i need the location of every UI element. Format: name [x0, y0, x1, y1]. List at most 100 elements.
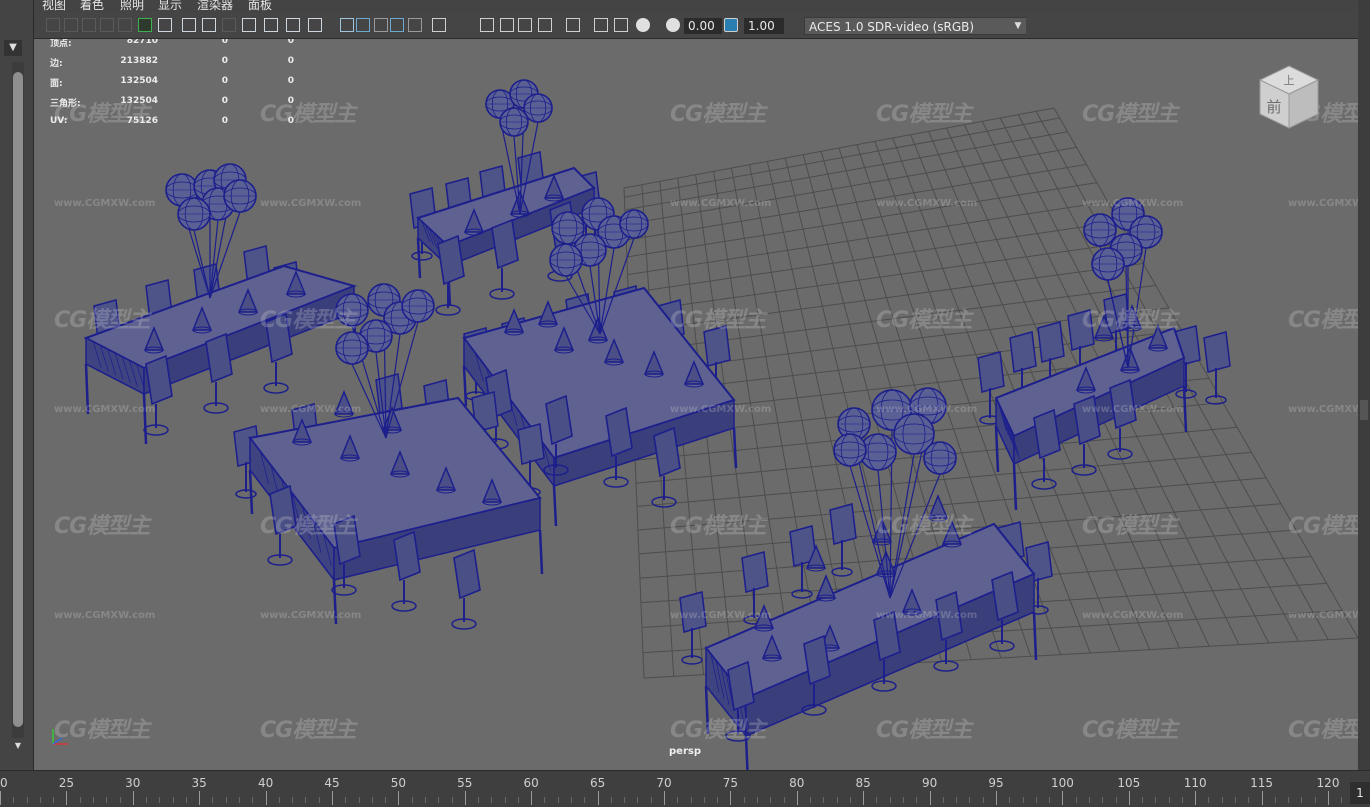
select-camera-icon[interactable] [46, 18, 60, 32]
menu-item[interactable]: 面板 [248, 0, 272, 12]
isolate-select-icon[interactable] [538, 18, 552, 32]
gamma-field[interactable]: 1.00 [744, 18, 784, 34]
timeline-tick-label: 30 [125, 776, 141, 790]
camera-attributes-icon[interactable] [64, 18, 78, 32]
timeline-minor-tick [624, 797, 626, 803]
timeline-tick-label: 40 [257, 776, 274, 790]
timeline-minor-tick [783, 797, 785, 803]
grid-line [623, 107, 1055, 189]
timeline-minor-tick [584, 797, 586, 803]
timeline-minor-tick [1142, 797, 1144, 803]
timeline-minor-tick [504, 797, 506, 803]
textured-icon[interactable] [390, 18, 404, 32]
colorspace-dropdown[interactable]: ACES 1.0 SDR-video (sRGB) [804, 17, 1026, 35]
timeline-major-tick [531, 791, 533, 805]
timeline-tick-label: 85 [855, 776, 871, 790]
timeline-minor-tick [557, 797, 559, 803]
timeline-minor-tick [92, 797, 94, 803]
timeline-minor-tick [438, 797, 440, 803]
film-gate-icon[interactable] [182, 18, 196, 32]
field-chart-icon[interactable] [242, 18, 256, 32]
timeline-minor-tick [717, 797, 719, 803]
perspective-viewport[interactable]: CG模型主CG模型主CG模型主CG模型主CG模型主CG模型主CG模型主CG模型主… [34, 38, 1358, 770]
timeline-minor-tick [292, 797, 294, 803]
timeline-minor-tick [451, 797, 453, 803]
timeline-tick-label: 80 [789, 776, 805, 790]
menu-item[interactable]: 显示 [158, 0, 182, 12]
resolution-gate-icon[interactable] [202, 18, 216, 32]
timeline-tick-label: 115 [1250, 776, 1274, 790]
right-scroll-handle[interactable] [1360, 400, 1368, 420]
screen-space-ao-icon[interactable] [480, 18, 494, 32]
wireframe-icon[interactable] [308, 18, 322, 32]
left-scrollbar-thumb[interactable] [13, 72, 23, 727]
timeline-minor-tick [770, 797, 772, 803]
timeline-minor-tick [1274, 797, 1276, 803]
timeline-minor-tick [690, 797, 692, 803]
timeline-major-tick [664, 791, 665, 805]
timeline-major-tick [730, 791, 732, 805]
timeline-major-tick [1128, 791, 1130, 805]
panel-collapse-icon[interactable]: ▼ [4, 40, 22, 56]
grid-line [624, 117, 1060, 198]
smooth-shade-icon[interactable] [340, 18, 354, 32]
hud-row: 边: 213882 0 0 [46, 56, 306, 76]
2d-pan-zoom-icon[interactable] [118, 18, 132, 32]
timeline-tick-label: 45 [324, 776, 340, 790]
hud-stat-value: 0 [221, 76, 228, 86]
safe-title-icon[interactable] [286, 18, 300, 32]
timeline-minor-tick [1035, 797, 1037, 803]
scroll-down-icon[interactable]: ▼ [13, 740, 23, 752]
safe-action-icon[interactable] [264, 18, 278, 32]
gate-mask-icon[interactable] [222, 18, 236, 32]
timeline-minor-tick [916, 797, 918, 803]
bookmark-icon[interactable] [82, 18, 96, 32]
timeline-minor-tick [239, 797, 241, 803]
scene-canvas[interactable] [34, 38, 1358, 770]
motion-blur-icon[interactable] [500, 18, 514, 32]
timeline-tick-label: 20 [0, 776, 8, 790]
timeline-tick-label: 105 [1117, 776, 1141, 790]
timeline-minor-tick [1181, 797, 1183, 803]
gamma-icon[interactable] [666, 18, 680, 32]
xray-joints-icon[interactable] [594, 18, 608, 32]
exposure-field[interactable]: 0.00 [684, 18, 722, 34]
timeline-minor-tick [278, 797, 280, 803]
anti-aliasing-icon[interactable] [518, 18, 532, 32]
grease-pencil-icon[interactable] [138, 18, 152, 32]
timeline-minor-tick [1088, 797, 1090, 803]
default-material-icon[interactable] [356, 18, 370, 32]
timeline-minor-tick [903, 797, 905, 803]
wireframe-on-shaded-icon[interactable] [374, 18, 388, 32]
panel-toolbar: 0.00 1.00 ACES 1.0 SDR-video (sRGB) ▼ [34, 12, 1358, 39]
menu-item[interactable]: 视图 [42, 0, 66, 12]
chair-back [741, 551, 769, 593]
chair-back [1037, 321, 1065, 363]
time-slider[interactable]: 2025303540455055606570758085909510010511… [0, 770, 1370, 807]
dropdown-arrow-icon[interactable]: ▼ [1010, 18, 1026, 34]
viewcube[interactable]: 上 前 [1254, 62, 1324, 134]
menu-item[interactable]: 照明 [120, 0, 144, 12]
timeline-minor-tick [1049, 797, 1051, 803]
timeline-minor-tick [823, 797, 825, 803]
timeline-minor-tick [212, 797, 214, 803]
current-frame-field[interactable]: 1 [1350, 782, 1370, 804]
shadows-icon[interactable] [432, 18, 446, 32]
timeline-minor-tick [836, 797, 838, 803]
grid-icon[interactable] [158, 18, 172, 32]
color-management-icon[interactable] [724, 18, 738, 32]
menu-item[interactable]: 着色 [80, 0, 104, 12]
timeline-minor-tick [982, 797, 984, 803]
chair-back [1067, 309, 1095, 351]
exposure-icon[interactable] [636, 18, 650, 32]
balloon [923, 441, 957, 475]
menu-item[interactable]: 渲染器 [197, 0, 233, 12]
xray-active-icon[interactable] [614, 18, 628, 32]
balloon [1091, 247, 1125, 281]
use-all-lights-icon[interactable] [408, 18, 422, 32]
timeline-tick-label: 90 [921, 776, 938, 790]
image-plane-icon[interactable] [100, 18, 114, 32]
hud-stat-value: 132504 [120, 96, 158, 106]
xray-icon[interactable] [566, 18, 580, 32]
grid-line [628, 241, 1132, 313]
